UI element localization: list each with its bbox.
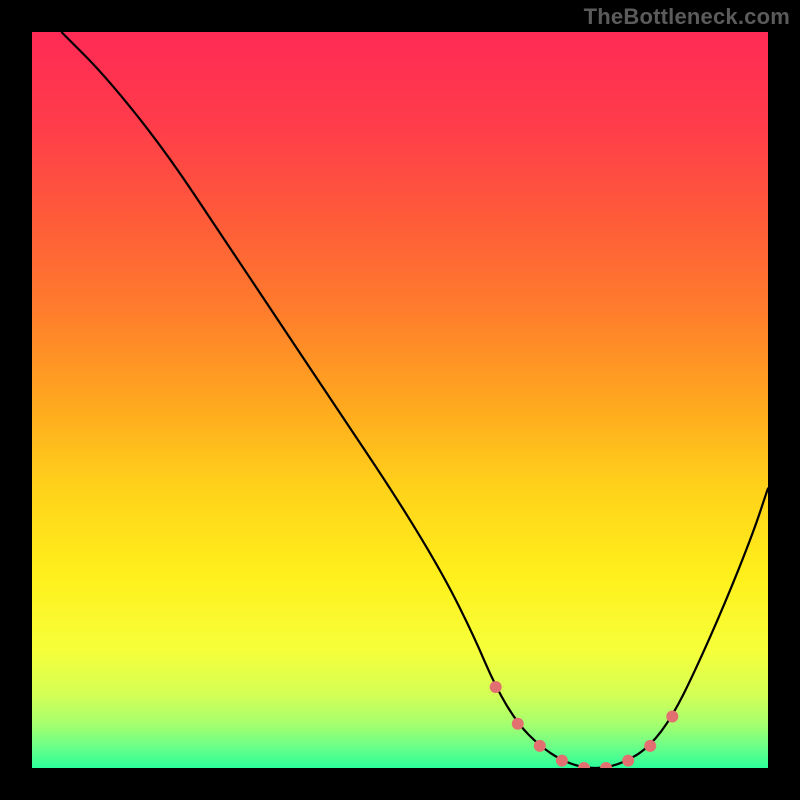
highlight-marker xyxy=(645,740,656,751)
chart-svg xyxy=(32,32,768,768)
chart-frame: TheBottleneck.com xyxy=(0,0,800,800)
highlight-marker xyxy=(490,682,501,693)
highlight-marker xyxy=(534,740,545,751)
plot-area xyxy=(32,32,768,768)
gradient-background xyxy=(32,32,768,768)
highlight-marker xyxy=(623,755,634,766)
attribution-text: TheBottleneck.com xyxy=(584,4,790,30)
highlight-marker xyxy=(512,718,523,729)
highlight-marker xyxy=(556,755,567,766)
highlight-marker xyxy=(667,711,678,722)
